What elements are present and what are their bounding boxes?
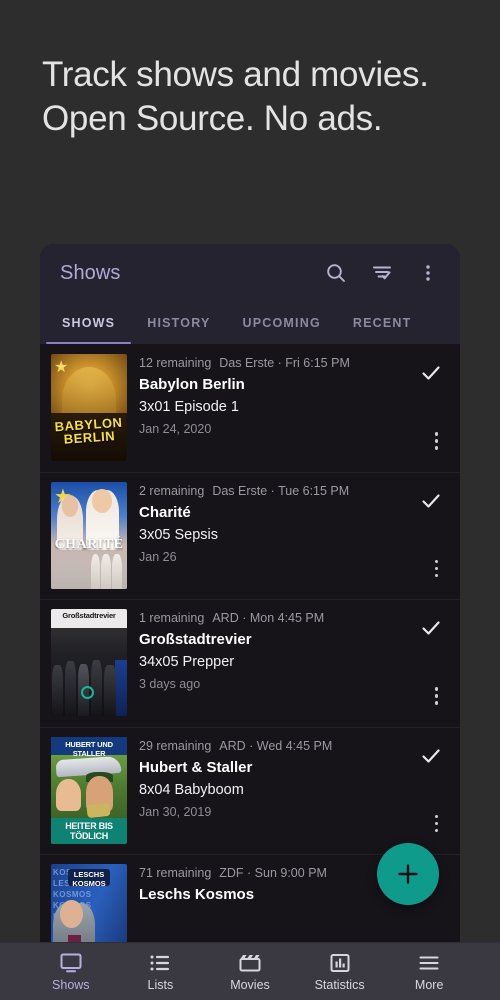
watched-check-icon[interactable]: [420, 490, 442, 512]
show-title: Charité: [139, 503, 191, 521]
nav-label-movies: Movies: [230, 977, 270, 992]
nav-item-statistics[interactable]: Statistics: [295, 952, 385, 992]
air-date: Jan 24, 2020: [139, 422, 212, 436]
network-schedule: ARD · Mon 4:45 PM: [212, 611, 325, 625]
watched-check-icon[interactable]: [420, 745, 442, 767]
filter-icon[interactable]: [362, 253, 402, 293]
tab-recent[interactable]: RECENT: [337, 302, 428, 344]
network-schedule: Das Erste · Fri 6:15 PM: [219, 356, 350, 370]
app-bar: Shows: [40, 244, 460, 302]
list-item-meta: 2 remaining Das Erste · Tue 6:15 PM Chari…: [139, 482, 448, 590]
clapperboard-icon: [238, 952, 262, 974]
nav-label-statistics: Statistics: [314, 977, 365, 992]
app-bar-actions: [316, 253, 448, 293]
list-item-meta: 29 remaining ARD · Wed 4:45 PM Hubert & S…: [139, 737, 448, 845]
list-item[interactable]: ★ BABYLON BERLIN 12 remaining Das Erste ·…: [40, 344, 460, 472]
network-schedule: ZDF · Sun 9:00 PM: [219, 866, 327, 880]
list-item-meta: 12 remaining Das Erste · Fri 6:15 PM Baby…: [139, 354, 448, 462]
poster-image: Großstadtrevier: [51, 609, 127, 716]
list-item-meta: 1 remaining ARD · Mon 4:45 PM Großstadtre…: [139, 609, 448, 717]
tab-bar: SHOWS HISTORY UPCOMING RECENT: [40, 302, 460, 344]
show-title: Großstadtrevier: [139, 631, 252, 648]
nav-item-more[interactable]: More: [384, 952, 474, 992]
air-date: Jan 30, 2019: [139, 804, 212, 819]
bar-chart-icon: [328, 952, 352, 974]
air-date: 3 days ago: [139, 677, 201, 691]
poster-title-text: Großstadtrevier: [62, 611, 116, 621]
watched-check-icon[interactable]: [420, 362, 442, 384]
list-item-subline: 2 remaining Das Erste · Tue 6:15 PM: [139, 484, 448, 498]
poster-title-text: CHARITÉ: [54, 537, 124, 553]
remaining-count: 2 remaining: [139, 483, 205, 498]
search-icon[interactable]: [316, 253, 356, 293]
list-icon: [148, 952, 172, 974]
list-item[interactable]: Großstadtrevier 1 remaining ARD · Mon 4:4…: [40, 599, 460, 727]
show-title: Hubert & Staller: [139, 758, 253, 776]
poster-subtitle-text: HEITER BIS TÖDLICH: [65, 821, 113, 841]
episode-title: 8x04 Babyboom: [139, 781, 244, 798]
hero-headline: Track shows and movies. Open Source. No …: [42, 55, 429, 138]
add-button[interactable]: [377, 843, 439, 905]
remaining-count: 1 remaining: [139, 611, 205, 625]
air-date: Jan 26: [139, 549, 177, 564]
list-item-subline: 1 remaining ARD · Mon 4:45 PM: [139, 611, 448, 625]
tab-upcoming[interactable]: UPCOMING: [227, 302, 337, 344]
row-overflow-menu-icon[interactable]: [434, 687, 438, 705]
network-schedule: ARD · Wed 4:45 PM: [219, 738, 333, 753]
phone-mockup: Shows SHOWS HISTORY UPCOMING RECENT ★ BA…: [40, 244, 460, 958]
episode-title: 34x05 Prepper: [139, 654, 235, 670]
overflow-menu-icon[interactable]: [408, 253, 448, 293]
tab-history[interactable]: HISTORY: [131, 302, 226, 344]
plus-icon: [398, 864, 418, 884]
tab-shows[interactable]: SHOWS: [46, 302, 132, 344]
hamburger-icon: [417, 952, 441, 974]
nav-item-shows[interactable]: Shows: [26, 952, 116, 992]
poster-title-text: HUBERT UND STALLER: [65, 740, 113, 759]
remaining-count: 71 remaining: [139, 866, 212, 880]
poster-image: ★ BABYLON BERLIN: [51, 354, 127, 461]
nav-label-lists: Lists: [147, 977, 174, 992]
nav-label-more: More: [414, 977, 444, 992]
nav-item-lists[interactable]: Lists: [116, 952, 206, 992]
bottom-navigation: Shows Lists Movies Statistics More: [0, 942, 500, 1000]
nav-label-shows: Shows: [52, 977, 90, 992]
tv-icon: [59, 952, 83, 974]
row-overflow-menu-icon[interactable]: [434, 432, 438, 450]
list-item[interactable]: ★ CHARITÉ 2 remaining Das Erste · Tue 6:1…: [40, 471, 460, 600]
network-schedule: Das Erste · Tue 6:15 PM: [212, 483, 350, 498]
app-bar-title: Shows: [60, 261, 121, 284]
nav-item-movies[interactable]: Movies: [205, 952, 295, 992]
poster-title-text: LESCHS KOSMOS: [67, 869, 111, 888]
list-item-subline: 12 remaining Das Erste · Fri 6:15 PM: [139, 356, 448, 370]
poster-image: HUBERT UND STALLER HEITER BIS TÖDLICH: [51, 736, 127, 844]
row-overflow-menu-icon[interactable]: [434, 814, 438, 832]
list-item[interactable]: HUBERT UND STALLER HEITER BIS TÖDLICH 29…: [40, 726, 460, 855]
remaining-count: 29 remaining: [139, 738, 212, 753]
episode-title: 3x01 Episode 1: [139, 399, 239, 415]
watched-check-icon[interactable]: [420, 617, 442, 639]
row-overflow-menu-icon[interactable]: [434, 559, 438, 577]
poster-title-text: BABYLON BERLIN: [54, 414, 123, 447]
show-title: Babylon Berlin: [139, 376, 245, 393]
list-item-subline: 29 remaining ARD · Wed 4:45 PM: [139, 739, 448, 753]
episode-title: 3x05 Sepsis: [139, 526, 218, 543]
poster-image: ★ CHARITÉ: [51, 481, 127, 589]
remaining-count: 12 remaining: [139, 356, 212, 370]
